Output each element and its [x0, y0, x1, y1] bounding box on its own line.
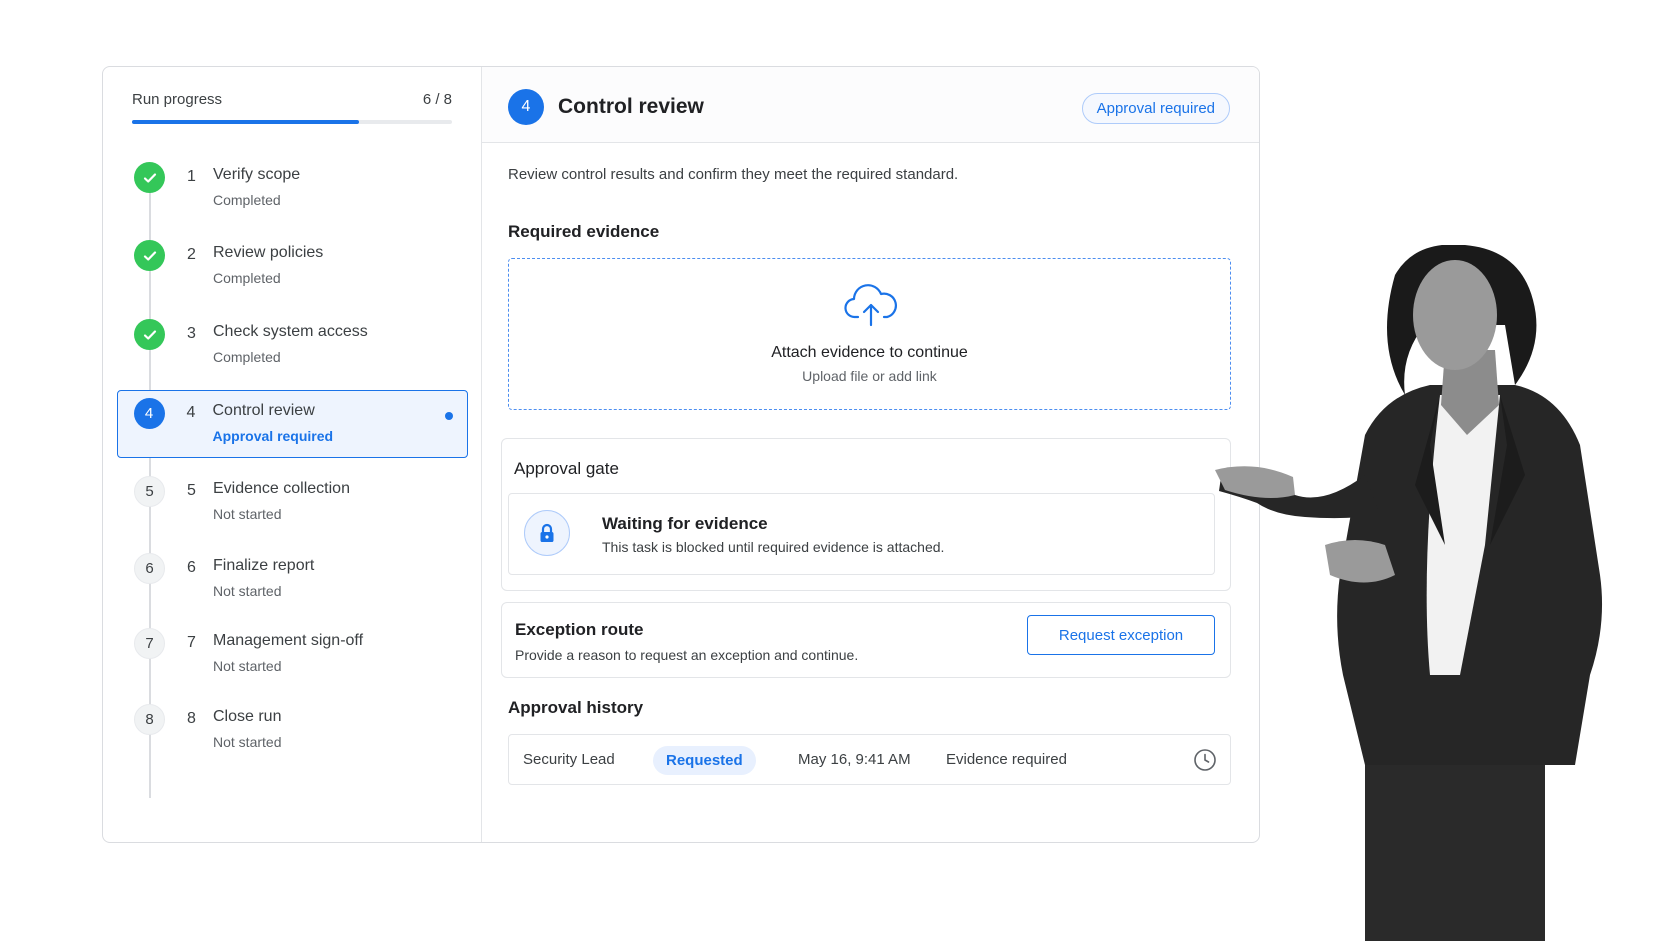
exception-route-card: Exception route Provide a reason to requ… — [501, 602, 1231, 678]
step-status: Not started — [213, 658, 282, 674]
history-role: Security Lead — [523, 751, 615, 768]
dropzone-subtitle: Upload file or add link — [802, 368, 937, 384]
approval-gate-card: Approval gate Waiting for evidence This … — [501, 438, 1231, 591]
step-status: Completed — [213, 270, 281, 286]
approval-history-heading: Approval history — [508, 698, 644, 717]
gate-status-title: Waiting for evidence — [602, 514, 768, 533]
exception-route-heading: Exception route — [515, 620, 644, 639]
step-status: Completed — [213, 349, 281, 365]
step-check-system-access[interactable]: 3 Check system access Completed — [117, 311, 468, 379]
step-number: 1 — [187, 168, 196, 185]
progress-count: 6 / 8 — [422, 91, 452, 108]
check-icon — [134, 240, 165, 271]
detail-header: 4 Control review Approval required — [482, 67, 1259, 143]
gate-status-subtitle: This task is blocked until required evid… — [602, 539, 945, 555]
step-verify-scope[interactable]: 1 Verify scope Completed — [117, 154, 468, 222]
page-title: Control review — [558, 95, 704, 118]
step-circle: 4 — [133, 397, 165, 429]
step-management-sign-off[interactable]: 7 7 Management sign-off Not started — [117, 620, 468, 688]
step-status: Not started — [213, 734, 282, 750]
request-exception-button[interactable]: Request exception — [1027, 615, 1215, 655]
table-row[interactable]: Security Lead Requested May 16, 9:41 AM … — [508, 734, 1231, 785]
lock-icon — [524, 510, 570, 556]
progress-label: Run progress — [132, 91, 223, 108]
step-status: Not started — [213, 506, 282, 522]
status-badge: Approval required — [1081, 93, 1230, 124]
step-title: Close run — [213, 708, 282, 725]
evidence-dropzone[interactable]: Attach evidence to continue Upload file … — [508, 258, 1231, 410]
step-control-review[interactable]: 4 4 Control review Approval required — [117, 390, 468, 458]
step-title: Verify scope — [213, 166, 301, 183]
progress-header: Run progress 6 / 8 — [132, 91, 452, 108]
step-status: Not started — [213, 583, 282, 599]
step-number: 6 — [187, 559, 196, 576]
dropzone-title: Attach evidence to continue — [771, 344, 968, 361]
step-circle: 6 — [134, 553, 165, 584]
step-evidence-collection[interactable]: 5 5 Evidence collection Not started — [117, 468, 468, 536]
step-circle: 8 — [134, 704, 165, 735]
step-status: Approval required — [212, 427, 334, 444]
run-panel: Run progress 6 / 8 1 Verify scope Comple… — [102, 66, 1260, 843]
step-number: 5 — [187, 482, 196, 499]
step-number: 4 — [186, 403, 196, 421]
progress-bar-fill — [132, 120, 360, 124]
cloud-upload-icon — [844, 284, 897, 327]
step-title: Review policies — [213, 244, 324, 261]
step-review-policies[interactable]: 2 Review policies Completed — [117, 232, 468, 300]
step-title: Check system access — [213, 323, 368, 340]
control-review-detail: 4 Control review Approval required Revie… — [482, 67, 1259, 842]
history-timestamp: May 16, 9:41 AM — [798, 751, 911, 768]
step-badge: 4 — [508, 89, 544, 125]
progress-bar — [132, 120, 452, 124]
step-finalize-report[interactable]: 6 6 Finalize report Not started — [117, 545, 468, 613]
step-circle: 5 — [134, 476, 165, 507]
check-icon — [134, 319, 165, 350]
step-title: Evidence collection — [213, 480, 350, 497]
step-title: Control review — [212, 401, 315, 419]
step-close-run[interactable]: 8 8 Close run Not started — [117, 696, 468, 764]
approval-gate-heading: Approval gate — [514, 459, 619, 478]
step-number: 2 — [187, 246, 196, 263]
status-badge: Requested — [653, 746, 756, 775]
active-indicator-dot — [445, 412, 453, 420]
step-status: Completed — [213, 192, 281, 208]
step-number: 7 — [187, 634, 196, 651]
run-progress-sidebar: Run progress 6 / 8 1 Verify scope Comple… — [103, 67, 482, 842]
exception-route-description: Provide a reason to request an exception… — [515, 647, 859, 663]
clock-icon[interactable] — [1193, 748, 1217, 772]
gate-status-card: Waiting for evidence This task is blocke… — [508, 493, 1215, 575]
step-number: 3 — [187, 325, 196, 342]
presenter-photo — [1215, 245, 1603, 941]
step-title: Management sign-off — [213, 632, 364, 649]
history-note: Evidence required — [946, 751, 1067, 768]
step-title: Finalize report — [213, 557, 315, 574]
check-icon — [134, 162, 165, 193]
step-circle: 7 — [134, 628, 165, 659]
task-description: Review control results and confirm they … — [508, 166, 959, 183]
step-number: 8 — [187, 710, 196, 727]
required-evidence-heading: Required evidence — [508, 222, 660, 241]
